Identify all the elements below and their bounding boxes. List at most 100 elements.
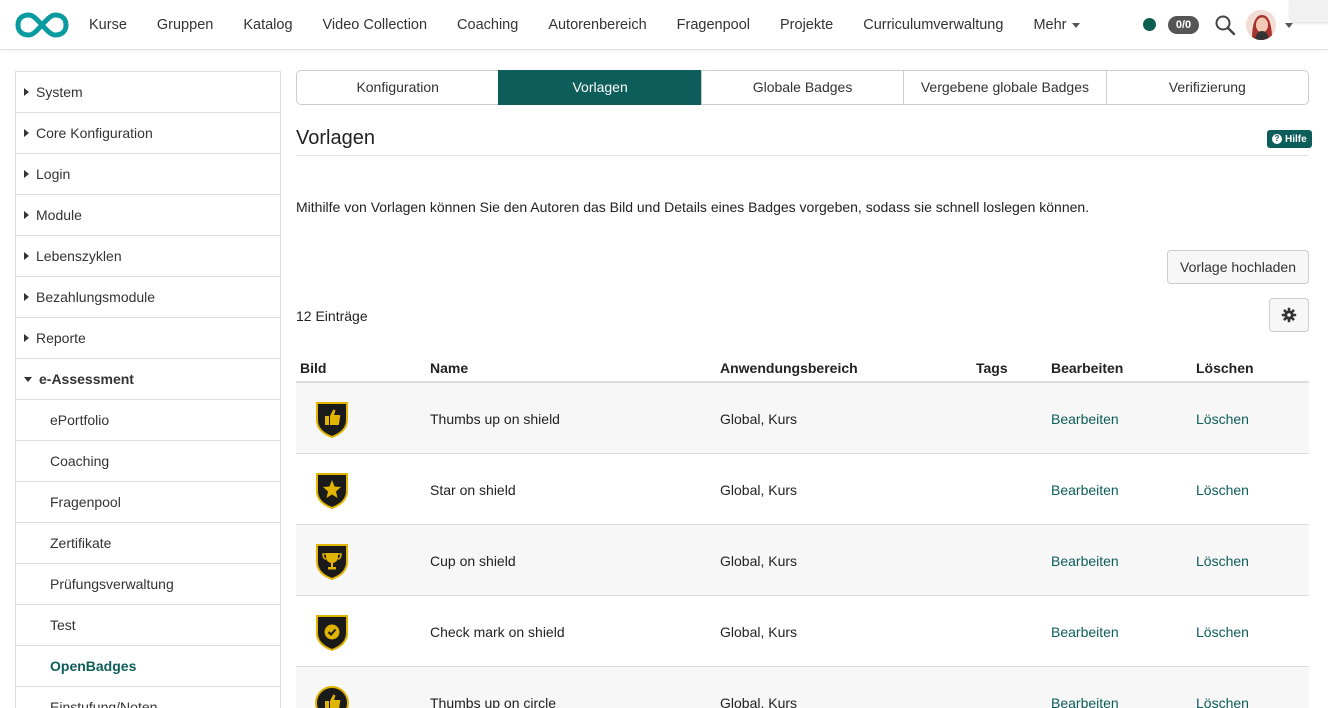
sidebar-item-label: Login	[36, 166, 71, 182]
sidebar-subitem-einstufung-noten[interactable]: Einstufung/Noten	[16, 687, 280, 708]
sidebar-item-label: Module	[36, 207, 82, 223]
page-title: Vorlagen	[296, 127, 375, 149]
sidebar-subitem-openbadges[interactable]: OpenBadges	[16, 646, 280, 687]
sidebar-subitem-eportfolio[interactable]: ePortfolio	[16, 400, 280, 441]
top-navbar: Kurse Gruppen Katalog Video Collection C…	[0, 0, 1328, 50]
delete-link[interactable]: Löschen	[1196, 553, 1249, 569]
corner-panel-tab[interactable]	[1290, 0, 1328, 22]
edit-link[interactable]: Bearbeiten	[1051, 695, 1119, 708]
sidebar-subitem-pruefungsverwaltung[interactable]: Prüfungsverwaltung	[16, 564, 280, 605]
header-name[interactable]: Name	[430, 360, 468, 376]
sidebar-item-reporte[interactable]: Reporte	[16, 318, 280, 359]
nav-item-gruppen[interactable]: Gruppen	[142, 17, 228, 33]
help-label: Hilfe	[1285, 133, 1307, 145]
tab-konfiguration[interactable]: Konfiguration	[296, 70, 500, 105]
notification-counter-badge[interactable]: 0/0	[1168, 16, 1199, 34]
online-status-icon[interactable]	[1143, 18, 1156, 31]
sidebar-subitem-test[interactable]: Test	[16, 605, 280, 646]
table-row: Thumbs up on shield Global, Kurs Bearbei…	[296, 383, 1309, 454]
sidebar-item-e-assessment[interactable]: e-Assessment	[16, 359, 280, 400]
table-row: Check mark on shield Global, Kurs Bearbe…	[296, 596, 1309, 667]
nav-item-coaching[interactable]: Coaching	[442, 17, 533, 33]
sidebar-subitem-zertifikate[interactable]: Zertifikate	[16, 523, 280, 564]
sidebar-item-label: ePortfolio	[50, 412, 110, 428]
sidebar-subitem-fragenpool[interactable]: Fragenpool	[16, 482, 280, 523]
tab-globale-badges[interactable]: Globale Badges	[700, 70, 905, 105]
caret-right-icon	[24, 88, 29, 96]
delete-link[interactable]: Löschen	[1196, 624, 1249, 640]
caret-right-icon	[24, 129, 29, 137]
header-bild[interactable]: Bild	[300, 360, 326, 376]
sidebar-item-label: OpenBadges	[50, 658, 137, 674]
delete-link[interactable]: Löschen	[1196, 695, 1249, 708]
check-shield-icon	[316, 615, 348, 651]
caret-right-icon	[24, 170, 29, 178]
nav-item-kurse[interactable]: Kurse	[74, 17, 142, 33]
sidebar-item-core-konfiguration[interactable]: Core Konfiguration	[16, 113, 280, 154]
sidebar-item-label: Fragenpool	[50, 494, 121, 510]
infinity-logo-icon[interactable]	[14, 9, 70, 41]
edit-link[interactable]: Bearbeiten	[1051, 624, 1119, 640]
row-scope: Global, Kurs	[720, 553, 798, 569]
header-anwendungsbereich[interactable]: Anwendungsbereich	[720, 360, 858, 376]
header-loeschen: Löschen	[1196, 360, 1254, 376]
sidebar-item-lebenszyklen[interactable]: Lebenszyklen	[16, 236, 280, 277]
nav-item-video-collection[interactable]: Video Collection	[308, 17, 443, 33]
row-name: Thumbs up on shield	[430, 411, 560, 427]
thumbs-up-shield-icon	[316, 402, 348, 438]
sidebar-subitem-coaching[interactable]: Coaching	[16, 441, 280, 482]
nav-item-katalog[interactable]: Katalog	[228, 17, 307, 33]
tab-vorlagen[interactable]: Vorlagen	[498, 70, 702, 105]
sidebar-item-module[interactable]: Module	[16, 195, 280, 236]
header-bearbeiten: Bearbeiten	[1051, 360, 1124, 376]
title-divider	[296, 155, 1309, 156]
sidebar-item-label: Lebenszyklen	[36, 248, 122, 264]
caret-right-icon	[24, 252, 29, 260]
row-name: Cup on shield	[430, 553, 516, 569]
avatar[interactable]	[1246, 10, 1276, 40]
caret-right-icon	[24, 334, 29, 342]
admin-sidebar: System Core Konfiguration Login Module L…	[15, 71, 281, 708]
edit-link[interactable]: Bearbeiten	[1051, 553, 1119, 569]
row-scope: Global, Kurs	[720, 695, 798, 708]
edit-link[interactable]: Bearbeiten	[1051, 411, 1119, 427]
badge-tabs: Konfiguration Vorlagen Globale Badges Ve…	[296, 70, 1310, 105]
main-menu: Kurse Gruppen Katalog Video Collection C…	[74, 0, 1095, 50]
row-name: Star on shield	[430, 482, 516, 498]
sidebar-item-label: Bezahlungsmodule	[36, 289, 156, 305]
table-row: Thumbs up on circle Global, Kurs Bearbei…	[296, 667, 1309, 708]
templates-table: Bild Name Anwendungsbereich Tags Bearbei…	[296, 352, 1309, 708]
sidebar-item-label: Einstufung/Noten	[50, 699, 158, 708]
tab-vergebene-globale-badges[interactable]: Vergebene globale Badges	[903, 70, 1107, 105]
search-icon[interactable]	[1214, 14, 1236, 36]
row-name: Thumbs up on circle	[430, 695, 557, 708]
sidebar-item-label: Test	[50, 617, 76, 633]
cup-shield-icon	[316, 544, 348, 580]
nav-item-mehr[interactable]: Mehr	[1018, 17, 1095, 33]
table-header: Bild Name Anwendungsbereich Tags Bearbei…	[296, 352, 1309, 383]
table-row: Cup on shield Global, Kurs Bearbeiten Lö…	[296, 525, 1309, 596]
table-settings-button[interactable]	[1269, 298, 1309, 332]
chevron-down-icon	[1072, 22, 1081, 28]
thumbs-up-circle-icon	[315, 686, 349, 708]
edit-link[interactable]: Bearbeiten	[1051, 482, 1119, 498]
more-label: Mehr	[1033, 17, 1067, 33]
upload-template-button[interactable]: Vorlage hochladen	[1167, 250, 1309, 284]
nav-item-curriculumverwaltung[interactable]: Curriculumverwaltung	[848, 17, 1018, 33]
tab-verifizierung[interactable]: Verifizierung	[1105, 70, 1310, 105]
user-menu-chevron-icon[interactable]	[1285, 23, 1293, 28]
row-scope: Global, Kurs	[720, 482, 798, 498]
sidebar-item-label: System	[36, 84, 83, 100]
delete-link[interactable]: Löschen	[1196, 411, 1249, 427]
header-tags[interactable]: Tags	[976, 360, 1008, 376]
delete-link[interactable]: Löschen	[1196, 482, 1249, 498]
nav-item-fragenpool[interactable]: Fragenpool	[662, 17, 765, 33]
sidebar-item-bezahlungsmodule[interactable]: Bezahlungsmodule	[16, 277, 280, 318]
sidebar-item-system[interactable]: System	[16, 72, 280, 113]
sidebar-item-login[interactable]: Login	[16, 154, 280, 195]
sidebar-item-label: Zertifikate	[50, 535, 112, 551]
help-button[interactable]: ? Hilfe	[1267, 130, 1312, 148]
nav-item-autorenbereich[interactable]: Autorenbereich	[533, 17, 661, 33]
row-name: Check mark on shield	[430, 624, 565, 640]
nav-item-projekte[interactable]: Projekte	[765, 17, 848, 33]
